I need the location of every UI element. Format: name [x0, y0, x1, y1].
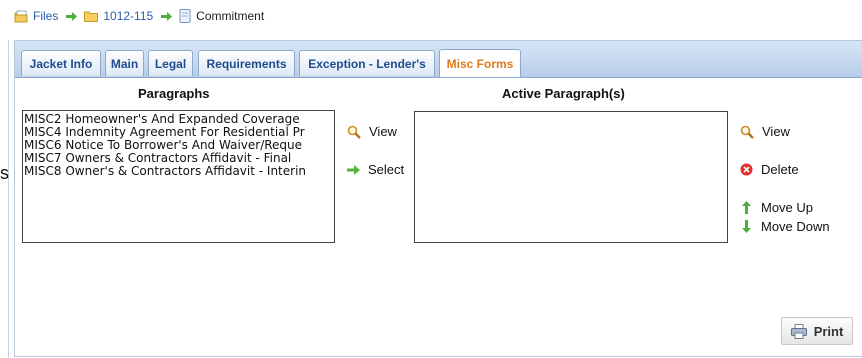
arrow-up-icon — [742, 201, 751, 214]
tab-requirements[interactable]: Requirements — [198, 50, 295, 76]
arrow-right-icon — [66, 11, 78, 21]
view-label: View — [369, 124, 397, 139]
move-up-button[interactable]: Move Up — [740, 200, 813, 215]
select-label: Select — [368, 162, 405, 177]
print-label: Print — [813, 323, 844, 339]
tab-misc-forms[interactable]: Misc Forms — [439, 49, 521, 77]
tab-bar: Jacket Info Main Legal Requirements Exce… — [15, 41, 862, 78]
printer-icon — [790, 323, 807, 339]
move-up-label: Move Up — [761, 200, 814, 215]
breadcrumb-file-number-label: 1012-115 — [103, 9, 154, 23]
tab-label: Legal — [154, 56, 187, 71]
move-down-label: Move Down — [761, 219, 830, 234]
list-item[interactable]: MISC8 Owner's & Contractors Affidavit - … — [23, 165, 334, 178]
magnifier-icon — [347, 125, 361, 139]
view-paragraph-button[interactable]: View — [347, 124, 397, 139]
arrow-down-icon — [742, 220, 751, 233]
tab-label: Requirements — [206, 56, 287, 71]
document-icon — [179, 9, 191, 23]
paragraphs-listbox[interactable]: MISC2 Homeowner's And Expanded Coverage … — [22, 110, 335, 243]
tab-legal[interactable]: Legal — [148, 50, 193, 76]
tab-exception-lenders[interactable]: Exception - Lender's — [299, 50, 435, 76]
move-down-button[interactable]: Move Down — [740, 219, 830, 234]
print-button[interactable]: Print — [781, 317, 853, 345]
delete-label: Delete — [761, 162, 799, 177]
delete-icon — [740, 163, 753, 176]
files-icon — [14, 10, 28, 22]
tab-label: Exception - Lender's — [308, 56, 426, 71]
breadcrumb-file-number[interactable]: 1012-115 — [84, 9, 153, 23]
view-label: View — [762, 124, 790, 139]
magnifier-icon — [740, 125, 754, 139]
breadcrumb-commitment: Commitment — [179, 9, 264, 23]
select-paragraph-button[interactable]: Select — [347, 162, 404, 177]
active-paragraphs-heading: Active Paragraph(s) — [502, 86, 625, 101]
delete-button[interactable]: Delete — [740, 162, 799, 177]
breadcrumb: Files 1012-115 Commitment — [14, 6, 270, 26]
breadcrumb-files[interactable]: Files — [14, 9, 58, 23]
tab-jacket-info[interactable]: Jacket Info — [21, 50, 101, 76]
active-paragraphs-listbox[interactable] — [414, 111, 728, 243]
view-active-button[interactable]: View — [740, 124, 790, 139]
left-divider — [8, 40, 9, 358]
breadcrumb-files-label: Files — [33, 9, 59, 23]
arrow-right-icon — [161, 11, 173, 21]
paragraphs-heading: Paragraphs — [138, 86, 210, 101]
tab-label: Jacket Info — [29, 56, 93, 71]
tab-main[interactable]: Main — [105, 50, 144, 76]
breadcrumb-commitment-label: Commitment — [196, 9, 265, 23]
tab-label: Main — [110, 56, 139, 71]
arrow-right-icon — [347, 164, 360, 175]
folder-icon — [84, 11, 99, 22]
clipped-text: s — [0, 163, 9, 183]
tab-label: Misc Forms — [446, 56, 514, 71]
